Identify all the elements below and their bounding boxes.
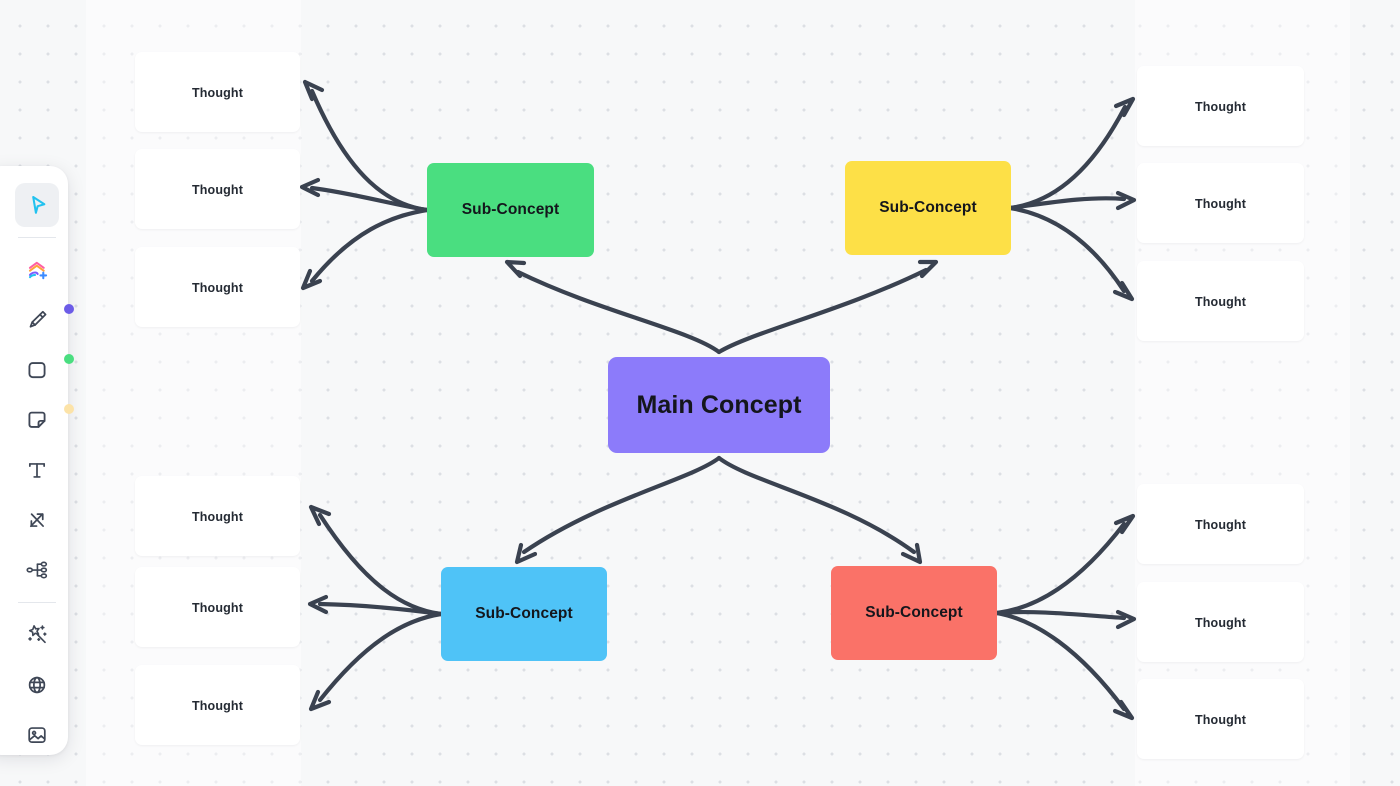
color-swatch-yellow[interactable] — [64, 404, 74, 414]
thought-card[interactable]: Thought — [1137, 582, 1304, 662]
thought-card[interactable]: Thought — [1137, 679, 1304, 759]
thought-card[interactable]: Thought — [1137, 66, 1304, 146]
arrowhead-yellow-t2 — [1115, 190, 1137, 211]
thought-label: Thought — [1194, 197, 1247, 211]
thought-label: Thought — [191, 183, 244, 197]
tool-sticky-note[interactable] — [15, 398, 59, 442]
main-concept-label: Main Concept — [636, 390, 802, 419]
thought-card[interactable]: Thought — [135, 247, 300, 327]
sub-concept-node-yellow[interactable]: Sub-Concept — [845, 161, 1011, 255]
pen-icon — [24, 307, 50, 333]
thought-label: Thought — [191, 86, 244, 100]
main-concept-node[interactable]: Main Concept — [608, 357, 830, 453]
thought-label: Thought — [191, 281, 244, 295]
color-swatch-purple[interactable] — [64, 304, 74, 314]
tool-rectangle[interactable] — [15, 348, 59, 392]
thought-card[interactable]: Thought — [135, 52, 300, 132]
connector-red-to-thought-2 — [994, 609, 1127, 621]
thought-label: Thought — [191, 699, 244, 713]
tool-connector-arrow[interactable] — [15, 498, 59, 542]
arrowhead-red-in — [900, 542, 923, 565]
tool-magic-wand[interactable] — [15, 613, 59, 657]
left-toolbar[interactable] — [0, 166, 68, 755]
sub-concept-node-red[interactable]: Sub-Concept — [831, 566, 997, 660]
toolbar-divider-top — [18, 237, 56, 238]
magic-wand-icon — [24, 622, 50, 648]
sticky-note-icon — [24, 407, 50, 433]
thought-card[interactable]: Thought — [135, 476, 300, 556]
sub-concept-label: Sub-Concept — [461, 201, 560, 218]
thought-label: Thought — [191, 510, 244, 524]
tool-globe[interactable] — [15, 663, 59, 707]
connector-red-to-thought-1 — [994, 521, 1127, 616]
thought-label: Thought — [1194, 100, 1247, 114]
rectangle-icon — [24, 357, 50, 383]
connector-green-to-thought-2 — [309, 185, 430, 213]
shapes-stack-add-icon — [24, 257, 50, 283]
connector-green-to-thought-3 — [309, 207, 430, 284]
sub-concept-label: Sub-Concept — [879, 199, 977, 216]
tool-shapes-stack-add[interactable] — [15, 248, 59, 292]
color-swatch-green[interactable] — [64, 354, 74, 364]
arrowhead-red-t2 — [1115, 609, 1137, 630]
thought-label: Thought — [1194, 295, 1247, 309]
connector-blue-to-thought-2 — [317, 601, 444, 617]
arrowhead-green-t3 — [300, 268, 323, 291]
arrowhead-yellow-t1 — [1113, 96, 1136, 118]
image-icon — [24, 722, 50, 748]
arrowhead-yellow-in — [917, 259, 939, 279]
connector-arrow-icon — [24, 507, 50, 533]
arrowhead-red-t1 — [1113, 513, 1136, 535]
thought-label: Thought — [191, 601, 244, 615]
connector-root-to-blue — [521, 455, 722, 555]
connector-blue-to-thought-1 — [317, 512, 444, 617]
tool-highlighter-pen[interactable] — [15, 298, 59, 342]
thought-label: Thought — [1194, 713, 1247, 727]
globe-icon — [24, 672, 50, 698]
mindmap-node-icon — [24, 557, 50, 583]
connector-blue-to-thought-3 — [317, 611, 444, 703]
arrowhead-green-in — [504, 259, 527, 279]
sub-concept-node-blue[interactable]: Sub-Concept — [441, 567, 607, 661]
arrowhead-blue-t3 — [308, 689, 332, 712]
arrowhead-blue-t1 — [308, 504, 332, 527]
sub-concept-node-green[interactable]: Sub-Concept — [427, 163, 594, 257]
thought-card[interactable]: Thought — [135, 665, 300, 745]
tool-text[interactable] — [15, 448, 59, 492]
thought-card[interactable]: Thought — [135, 567, 300, 647]
thought-card[interactable]: Thought — [135, 149, 300, 229]
thought-label: Thought — [1194, 616, 1247, 630]
connector-yellow-to-thought-2 — [1007, 196, 1127, 211]
arrowhead-yellow-t3 — [1112, 280, 1135, 302]
thought-card[interactable]: Thought — [1137, 261, 1304, 341]
tool-mindmap-node[interactable] — [15, 548, 59, 592]
connector-green-to-thought-1 — [309, 88, 430, 213]
arrowhead-blue-t2 — [307, 594, 329, 615]
sub-concept-label: Sub-Concept — [865, 604, 963, 621]
connector-yellow-to-thought-1 — [1007, 104, 1128, 211]
thought-card[interactable]: Thought — [1137, 484, 1304, 564]
arrowhead-blue-in — [514, 542, 538, 565]
tool-select-cursor[interactable] — [15, 183, 59, 227]
tool-image[interactable] — [15, 713, 59, 757]
thought-label: Thought — [1194, 518, 1247, 532]
mindmap-canvas[interactable]: Thought Thought Thought Thought Thought … — [0, 0, 1400, 786]
toolbar-divider-bottom — [18, 602, 56, 603]
connector-root-to-green — [515, 269, 722, 355]
arrowhead-green-t2 — [299, 177, 321, 198]
thought-card[interactable]: Thought — [1137, 163, 1304, 243]
arrowhead-green-t1 — [302, 79, 325, 102]
connector-root-to-red — [716, 455, 917, 555]
connector-yellow-to-thought-3 — [1007, 205, 1127, 294]
arrowhead-red-t3 — [1112, 699, 1135, 721]
connector-root-to-yellow — [716, 267, 929, 355]
cursor-icon — [24, 192, 50, 218]
sub-concept-label: Sub-Concept — [475, 605, 573, 622]
text-icon — [24, 457, 50, 483]
connector-red-to-thought-3 — [994, 610, 1127, 712]
